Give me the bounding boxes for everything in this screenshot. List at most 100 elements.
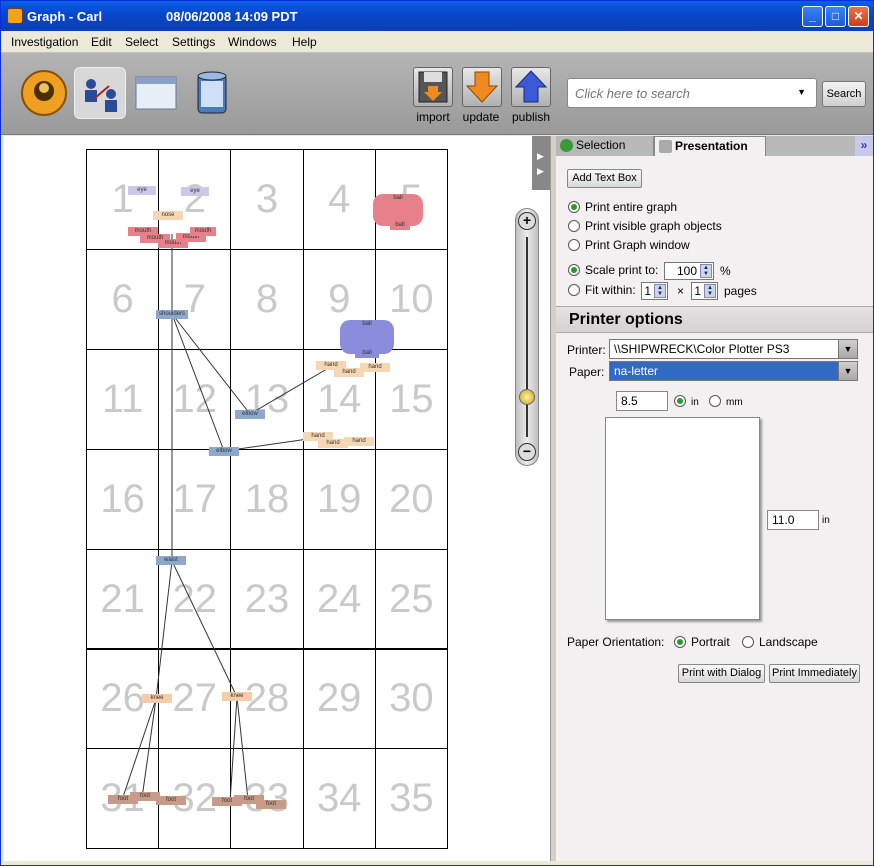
panel-collapse-handle[interactable]: ▶ ▶: [532, 136, 550, 190]
update-button[interactable]: [462, 67, 502, 107]
publish-button[interactable]: [511, 67, 551, 107]
menu-windows[interactable]: Windows: [228, 35, 277, 49]
graph-node-elbow[interactable]: elbow: [209, 447, 239, 456]
chevron-down-icon[interactable]: ▼: [838, 339, 858, 359]
radio-unit-mm[interactable]: mm: [709, 395, 743, 408]
print-with-dialog-button[interactable]: Print with Dialog: [678, 664, 765, 683]
graph-canvas[interactable]: 1234567891011121314151617181920212223242…: [4, 136, 550, 861]
fit-width-spinner[interactable]: 1 ▲ ▼: [641, 282, 668, 300]
search-button[interactable]: Search: [822, 81, 866, 107]
graph-node-eye[interactable]: eye: [181, 187, 209, 196]
tab-selection[interactable]: Selection: [556, 136, 654, 156]
graph-node-hand[interactable]: hand: [344, 437, 374, 446]
paper-label: Paper:: [569, 365, 605, 379]
graph-node-ball[interactable]: ball: [355, 349, 379, 358]
window-icon: [135, 76, 177, 110]
maximize-button[interactable]: □: [825, 6, 846, 27]
zoom-slider[interactable]: + −: [515, 208, 539, 466]
zoom-in-icon[interactable]: +: [518, 212, 536, 230]
print-immediately-button[interactable]: Print Immediately: [769, 664, 860, 683]
spinner-arrows-icon[interactable]: ▲ ▼: [700, 264, 712, 278]
radio-print-visible[interactable]: Print visible graph objects: [568, 219, 722, 233]
menu-settings[interactable]: Settings: [172, 35, 215, 49]
orb-icon: [21, 70, 67, 116]
menu-investigation[interactable]: Investigation: [11, 35, 78, 49]
arrow-right-icon: ▶: [537, 166, 544, 176]
app-window: Graph - Carl 08/06/2008 14:09 PDT _ □ ✕ …: [0, 0, 874, 866]
graph-node-foot[interactable]: foot: [256, 800, 286, 809]
import-button[interactable]: [413, 67, 453, 107]
radio-print-entire[interactable]: Print entire graph: [568, 200, 677, 214]
fit-height-spinner[interactable]: 1 ▲ ▼: [691, 282, 718, 300]
graph-node-waist[interactable]: waist: [156, 556, 186, 565]
tab-overflow-icon[interactable]: »: [855, 136, 873, 156]
radio-landscape[interactable]: Landscape: [742, 635, 818, 649]
tab-presentation[interactable]: Presentation: [654, 136, 766, 156]
graph-node-nose[interactable]: nose: [153, 211, 183, 220]
graph-tool-button[interactable]: [74, 67, 126, 119]
chevron-down-icon[interactable]: ▼: [797, 87, 806, 97]
radio-scale[interactable]: Scale print to:: [568, 263, 658, 277]
spinner-arrows-icon[interactable]: ▲ ▼: [704, 284, 716, 298]
window-tool-button[interactable]: [130, 67, 182, 119]
chevron-down-icon[interactable]: ▼: [838, 361, 858, 381]
paper-select[interactable]: na-letter ▼: [609, 361, 858, 381]
graph-node-knee[interactable]: knee: [142, 694, 172, 703]
add-text-box-button[interactable]: Add Text Box: [567, 169, 642, 188]
menu-select[interactable]: Select: [125, 35, 158, 49]
zoom-thumb[interactable]: [519, 389, 535, 405]
import-label: import: [416, 110, 450, 124]
graph-node-mouth[interactable]: mouth: [190, 227, 216, 236]
radio-dot: [674, 636, 686, 648]
graph-node-eye[interactable]: eye: [128, 186, 156, 195]
paper-height-unit: in: [822, 515, 830, 526]
printer-icon: [659, 140, 672, 153]
radio-portrait[interactable]: Portrait: [674, 635, 730, 649]
radio-dot: [568, 220, 580, 232]
radio-dot: [568, 264, 580, 276]
people-link-icon: [85, 79, 117, 112]
paper-width-input[interactable]: 8.5: [616, 391, 668, 411]
printer-options-header: Printer options: [556, 306, 873, 333]
scale-value: 100: [676, 264, 697, 278]
scale-spinner[interactable]: 100 ▲ ▼: [664, 262, 714, 280]
floppy-icon: [418, 71, 448, 103]
menu-help[interactable]: Help: [292, 35, 317, 49]
radio-label: Scale print to:: [585, 263, 659, 277]
radio-label: Print Graph window: [585, 238, 690, 252]
radio-label: Portrait: [691, 635, 730, 649]
title-bar[interactable]: Graph - Carl 08/06/2008 14:09 PDT _ □ ✕: [1, 1, 873, 31]
paper-height-input[interactable]: 11.0: [767, 510, 819, 530]
printer-value: \\SHIPWRECK\Color Plotter PS3: [614, 342, 790, 356]
radio-label: Landscape: [759, 635, 818, 649]
radio-dot: [568, 284, 580, 296]
radio-fit-within[interactable]: Fit within:: [568, 283, 636, 297]
window-datetime: 08/06/2008 14:09 PDT: [166, 9, 298, 24]
graph-node-foot[interactable]: foot: [156, 796, 186, 805]
home-tool-button[interactable]: [18, 67, 70, 119]
zoom-out-icon[interactable]: −: [518, 443, 536, 461]
graph-node-elbow[interactable]: elbow: [235, 410, 265, 419]
database-tool-button[interactable]: [186, 67, 238, 119]
graph-node-ball[interactable]: ball: [390, 221, 410, 230]
menu-edit[interactable]: Edit: [91, 35, 112, 49]
spinner-arrows-icon[interactable]: ▲ ▼: [654, 284, 666, 298]
close-button[interactable]: ✕: [848, 6, 869, 27]
radio-unit-in[interactable]: in: [674, 395, 699, 408]
printer-select[interactable]: \\SHIPWRECK\Color Plotter PS3 ▼: [609, 339, 858, 359]
graph-node-knee[interactable]: knee: [222, 692, 252, 701]
arrow-right-icon: ▶: [537, 151, 544, 161]
search-input[interactable]: [573, 80, 783, 106]
radio-label: Print visible graph objects: [585, 219, 722, 233]
panel-tabs: Selection Presentation »: [556, 136, 873, 156]
arrow-up-icon: [514, 70, 548, 103]
radio-print-window[interactable]: Print Graph window: [568, 238, 690, 252]
fit-height-value: 1: [694, 284, 701, 298]
graph-node-shoulders[interactable]: shoulders: [156, 310, 188, 319]
app-icon[interactable]: [7, 8, 23, 24]
graph-node-hand[interactable]: hand: [360, 363, 390, 372]
search-box: ▼: [567, 78, 817, 108]
arrow-down-icon: [465, 71, 499, 103]
fit-times: ×: [677, 284, 685, 298]
minimize-button[interactable]: _: [802, 6, 823, 27]
